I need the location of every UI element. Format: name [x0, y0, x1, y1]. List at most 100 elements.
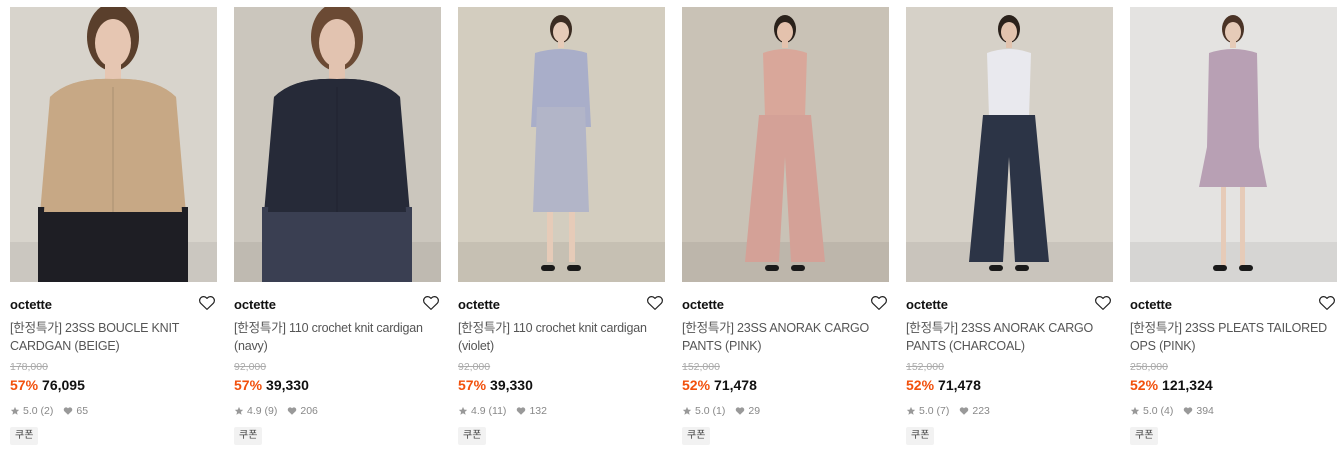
discount-rate: 52%: [906, 377, 935, 393]
discount-rate: 52%: [682, 377, 711, 393]
price-row: 57% 39,330: [458, 375, 665, 395]
product-name[interactable]: [한정특가] 23SS ANORAK CARGO PANTS (PINK): [682, 319, 889, 355]
sale-price: 121,324: [1162, 377, 1213, 393]
rating: 5.0 (4): [1130, 405, 1173, 417]
brand-name[interactable]: octette: [682, 297, 724, 312]
product-card[interactable]: octette [한정특가] 110 crochet knit cardigan…: [458, 7, 665, 457]
rating-value: 5.0: [23, 405, 38, 417]
brand-row: octette: [10, 294, 217, 314]
sale-price: 39,330: [266, 377, 309, 393]
sale-price: 76,095: [42, 377, 85, 393]
product-name[interactable]: [한정특가] 110 crochet knit cardigan (violet…: [458, 319, 665, 355]
review-meta: 4.9 (9) 206: [234, 403, 441, 419]
heart-filled-icon: [735, 406, 745, 416]
star-icon: [10, 406, 20, 416]
brand-name[interactable]: octette: [10, 297, 52, 312]
product-name[interactable]: [한정특가] 23SS BOUCLE KNIT CARDGAN (BEIGE): [10, 319, 217, 355]
original-price: 178,000: [10, 361, 48, 373]
likes-count: 132: [529, 405, 547, 417]
sale-price: 71,478: [714, 377, 757, 393]
rating: 5.0 (2): [10, 405, 53, 417]
rating: 4.9 (9): [234, 405, 277, 417]
discount-rate: 52%: [1130, 377, 1159, 393]
price-row: 52% 121,324: [1130, 375, 1337, 395]
heart-icon[interactable]: [1094, 294, 1112, 312]
coupon-badge: 쿠폰: [682, 427, 711, 445]
rating-value: 4.9: [471, 405, 486, 417]
likes: 29: [735, 405, 760, 417]
sale-price: 71,478: [938, 377, 981, 393]
heart-filled-icon: [516, 406, 526, 416]
original-price: 92,000: [234, 361, 267, 373]
brand-name[interactable]: octette: [906, 297, 948, 312]
heart-filled-icon: [63, 406, 73, 416]
rating-value: 5.0: [695, 405, 710, 417]
likes: 132: [516, 405, 547, 417]
product-photo: [234, 7, 441, 282]
star-icon: [458, 406, 468, 416]
original-price: 152,000: [906, 361, 944, 373]
product-photo: [906, 7, 1113, 282]
sale-price: 39,330: [490, 377, 533, 393]
product-card[interactable]: octette [한정특가] 110 crochet knit cardigan…: [234, 7, 441, 457]
review-meta: 5.0 (2) 65: [10, 403, 217, 419]
brand-row: octette: [234, 294, 441, 314]
discount-rate: 57%: [234, 377, 263, 393]
star-icon: [1130, 406, 1140, 416]
star-icon: [682, 406, 692, 416]
product-name[interactable]: [한정특가] 23SS PLEATS TAILORED OPS (PINK): [1130, 319, 1337, 355]
likes-count: 206: [300, 405, 318, 417]
review-meta: 5.0 (7) 223: [906, 403, 1113, 419]
rating-value: 5.0: [919, 405, 934, 417]
heart-filled-icon: [959, 406, 969, 416]
product-card[interactable]: octette [한정특가] 23SS ANORAK CARGO PANTS (…: [682, 7, 889, 457]
rating: 5.0 (7): [906, 405, 949, 417]
review-count: (4): [1160, 405, 1174, 417]
product-name[interactable]: [한정특가] 23SS ANORAK CARGO PANTS (CHARCOAL…: [906, 319, 1113, 355]
product-photo: [10, 7, 217, 282]
coupon-badge: 쿠폰: [234, 427, 263, 445]
rating-value: 4.9: [247, 405, 262, 417]
coupon-badge: 쿠폰: [906, 427, 935, 445]
brand-row: octette: [682, 294, 889, 314]
heart-icon[interactable]: [646, 294, 664, 312]
product-image[interactable]: [234, 7, 441, 282]
rating: 5.0 (1): [682, 405, 725, 417]
price-row: 52% 71,478: [682, 375, 889, 395]
review-count: (1): [712, 405, 726, 417]
price-row: 52% 71,478: [906, 375, 1113, 395]
review-count: (11): [488, 405, 507, 417]
product-photo: [1130, 7, 1337, 282]
likes-count: 29: [748, 405, 761, 417]
likes: 394: [1183, 405, 1214, 417]
brand-name[interactable]: octette: [234, 297, 276, 312]
heart-icon[interactable]: [870, 294, 888, 312]
product-photo: [458, 7, 665, 282]
heart-icon[interactable]: [1318, 294, 1336, 312]
star-icon: [234, 406, 244, 416]
brand-name[interactable]: octette: [458, 297, 500, 312]
product-image[interactable]: [10, 7, 217, 282]
product-card[interactable]: octette [한정특가] 23SS PLEATS TAILORED OPS …: [1130, 7, 1337, 457]
product-name[interactable]: [한정특가] 110 crochet knit cardigan (navy): [234, 319, 441, 355]
star-icon: [906, 406, 916, 416]
original-price: 258,000: [1130, 361, 1168, 373]
product-image[interactable]: [906, 7, 1113, 282]
product-image[interactable]: [458, 7, 665, 282]
original-price: 152,000: [682, 361, 720, 373]
product-card[interactable]: octette [한정특가] 23SS ANORAK CARGO PANTS (…: [906, 7, 1113, 457]
discount-rate: 57%: [10, 377, 39, 393]
likes: 65: [63, 405, 88, 417]
brand-name[interactable]: octette: [1130, 297, 1172, 312]
review-count: (9): [264, 405, 278, 417]
review-meta: 4.9 (11) 132: [458, 403, 665, 419]
brand-row: octette: [458, 294, 665, 314]
product-image[interactable]: [682, 7, 889, 282]
heart-icon[interactable]: [198, 294, 216, 312]
heart-icon[interactable]: [422, 294, 440, 312]
review-count: (7): [936, 405, 950, 417]
product-card[interactable]: octette [한정특가] 23SS BOUCLE KNIT CARDGAN …: [10, 7, 217, 457]
product-image[interactable]: [1130, 7, 1337, 282]
product-grid: octette [한정특가] 23SS BOUCLE KNIT CARDGAN …: [0, 0, 1340, 461]
product-photo: [682, 7, 889, 282]
